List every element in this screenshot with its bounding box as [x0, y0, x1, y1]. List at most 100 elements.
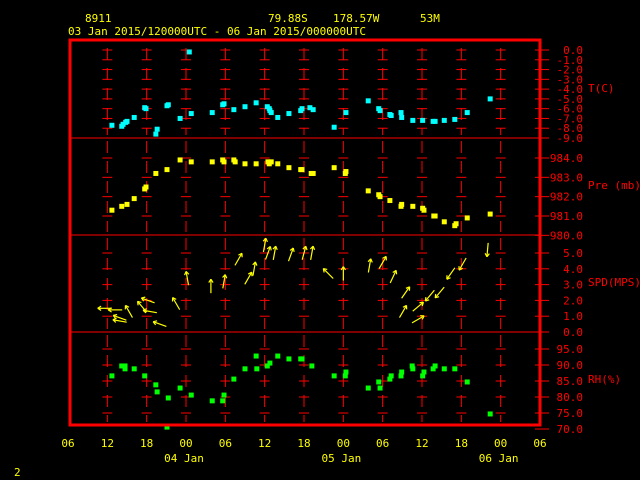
- panel-ylabel: T(C): [588, 82, 615, 95]
- wind-arrow: [484, 242, 490, 258]
- pressure-point: [268, 159, 274, 165]
- temperature-point: [464, 110, 470, 116]
- relative-humidity-point: [376, 379, 382, 385]
- wind-arrow: [244, 271, 253, 285]
- wind-arrow: [112, 317, 127, 323]
- relative-humidity-point: [209, 398, 215, 404]
- x-tick-label: 12: [415, 437, 428, 450]
- pressure-point: [310, 170, 316, 176]
- wind-arrow: [434, 286, 445, 299]
- y-tick-label: 980.0: [550, 229, 583, 242]
- wind-arrow: [252, 261, 258, 276]
- relative-humidity-point: [331, 373, 337, 379]
- relative-humidity-point: [343, 369, 349, 375]
- temperature-point: [253, 100, 259, 106]
- temperature-point: [177, 115, 183, 121]
- pressure-point: [275, 161, 281, 167]
- pressure-point: [399, 201, 405, 207]
- time-period: 03 Jan 2015/120000UTC - 06 Jan 2015/0000…: [68, 25, 366, 38]
- relative-humidity-point: [188, 392, 194, 398]
- wind-arrow: [389, 269, 398, 284]
- relative-humidity-point: [131, 366, 137, 372]
- y-tick-label: 75.0: [557, 407, 584, 420]
- x-tick-label: 12: [258, 437, 271, 450]
- x-tick-label: 00: [337, 437, 350, 450]
- pressure-point: [143, 184, 149, 190]
- y-tick-label: 983.0: [550, 171, 583, 184]
- pressure-point: [286, 165, 292, 171]
- y-tick-label: 984.0: [550, 152, 583, 165]
- relative-humidity-point: [253, 353, 259, 359]
- panel-ylabel: Pre (mb): [588, 179, 640, 192]
- temperature-point: [365, 98, 371, 104]
- pressure-point: [188, 159, 194, 165]
- wind-arrow: [367, 258, 373, 273]
- meteogram-chart: 8911 79.88S 178.57W 53M 03 Jan 2015/1200…: [14, 12, 640, 479]
- panel-ylabel: SPD(MPS): [588, 276, 640, 289]
- wind-arrow: [171, 296, 181, 310]
- temperature-point: [420, 117, 426, 123]
- temperature-point: [268, 110, 274, 116]
- page-number: 2: [14, 466, 21, 479]
- pressure-point: [441, 219, 447, 225]
- relative-humidity-point: [299, 356, 305, 362]
- pressure-point: [109, 207, 115, 213]
- relative-humidity-point: [177, 385, 183, 391]
- wind-arrow: [222, 274, 228, 289]
- x-tick-label: 18: [455, 437, 468, 450]
- temperature-point: [242, 104, 248, 110]
- pressure-point: [242, 161, 248, 167]
- y-tick-label: 1.0: [563, 310, 583, 323]
- wind-arrow: [140, 296, 155, 304]
- y-tick-label: 2.0: [563, 294, 583, 307]
- temperature-point: [398, 110, 404, 116]
- y-tick-label: -9.0: [557, 132, 584, 145]
- relative-humidity-point: [441, 366, 447, 372]
- pressure-point: [410, 203, 416, 209]
- temperature-point: [452, 116, 458, 122]
- temperature-point: [310, 107, 316, 113]
- wind-arrow: [398, 304, 408, 318]
- temperature-point: [441, 117, 447, 123]
- pressure-point: [221, 159, 227, 165]
- temperature-point: [487, 96, 493, 102]
- temperature-point: [399, 114, 405, 120]
- wind-arrow: [309, 245, 316, 260]
- temperature-point: [275, 114, 281, 120]
- y-tick-label: 95.0: [557, 343, 584, 356]
- pressure-point: [119, 203, 125, 209]
- temperature-point: [286, 111, 292, 117]
- wind-arrow: [107, 307, 123, 313]
- y-tick-label: 90.0: [557, 359, 584, 372]
- temperature-point: [221, 101, 227, 107]
- relative-humidity-point: [221, 392, 227, 398]
- pressure-point: [387, 198, 393, 204]
- date-label: 04 Jan: [164, 452, 204, 465]
- temperature-point: [432, 118, 438, 124]
- y-tick-label: 3.0: [563, 279, 583, 292]
- y-tick-label: 981.0: [550, 210, 583, 223]
- temperature-point: [154, 126, 160, 132]
- pressure-point: [453, 221, 459, 227]
- relative-humidity-point: [487, 411, 493, 417]
- pressure-point: [377, 194, 383, 200]
- y-tick-label: 0.0: [563, 326, 583, 339]
- x-tick-label: 06: [61, 437, 74, 450]
- pressure-point: [124, 201, 130, 207]
- y-tick-label: 4.0: [563, 263, 583, 276]
- wind-arrow: [322, 268, 334, 279]
- wind-arrow: [401, 286, 411, 299]
- relative-humidity-point: [388, 373, 394, 379]
- x-tick-label: 06: [533, 437, 546, 450]
- relative-humidity-point: [365, 385, 371, 391]
- pressure-point: [343, 169, 349, 175]
- relative-humidity-point: [309, 363, 315, 369]
- relative-humidity-point: [377, 385, 383, 391]
- relative-humidity-point: [254, 366, 260, 372]
- date-label: 05 Jan: [321, 452, 361, 465]
- wind-arrow: [184, 270, 190, 286]
- relative-humidity-point: [122, 366, 128, 372]
- wind-arrow: [262, 237, 268, 253]
- wind-arrow: [272, 245, 278, 260]
- temperature-point: [410, 117, 416, 123]
